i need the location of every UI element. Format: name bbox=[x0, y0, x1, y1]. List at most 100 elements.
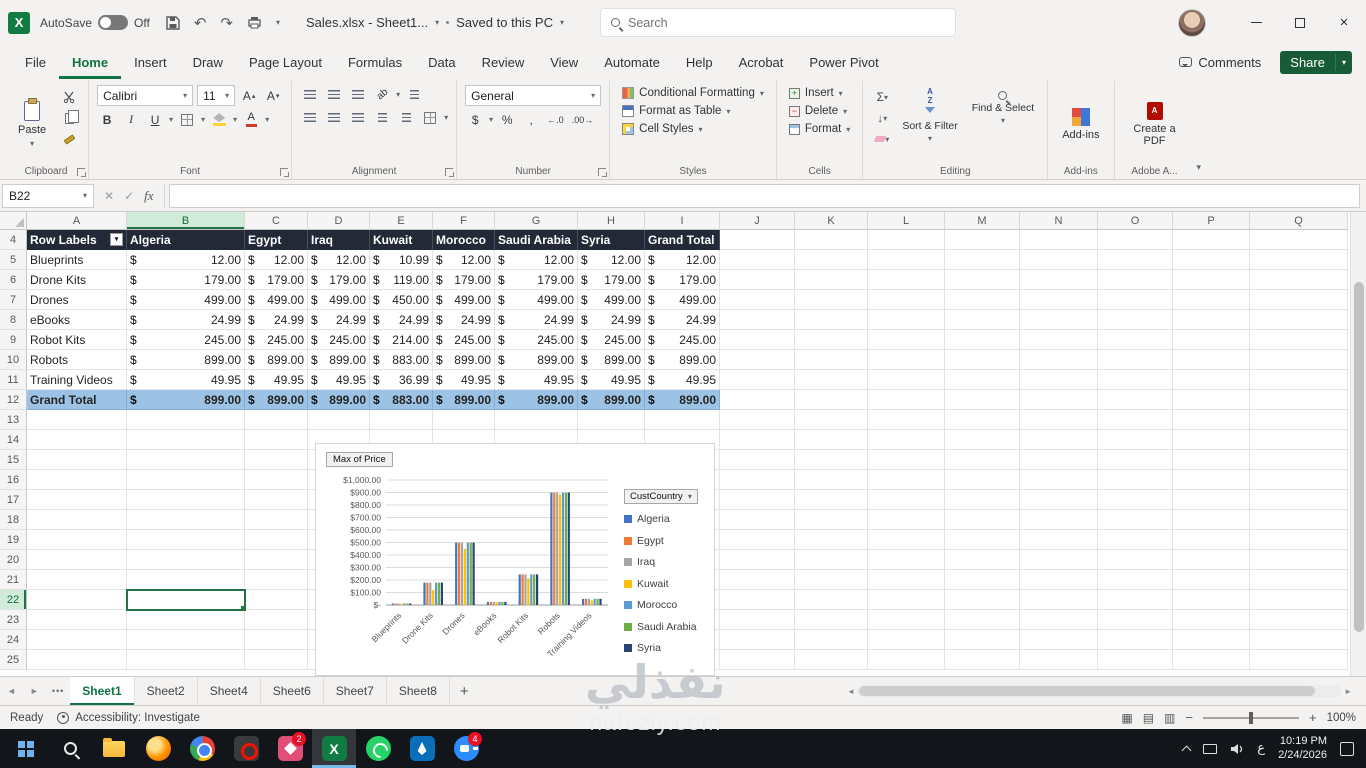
column-header-K[interactable]: K bbox=[795, 212, 868, 230]
fill-button[interactable]: ↓ ▾ bbox=[871, 109, 893, 127]
cell-N13[interactable] bbox=[1020, 410, 1098, 430]
cell-M18[interactable] bbox=[945, 510, 1020, 530]
cell-J16[interactable] bbox=[720, 470, 795, 490]
cell-O18[interactable] bbox=[1098, 510, 1173, 530]
cell-M17[interactable] bbox=[945, 490, 1020, 510]
increase-decimal-button[interactable]: ←.0 bbox=[545, 110, 566, 129]
cell-C12[interactable]: $899.00 bbox=[245, 390, 308, 410]
cell-A12[interactable]: Grand Total bbox=[27, 390, 127, 410]
vertical-scrollbar[interactable] bbox=[1350, 212, 1366, 676]
cell-I4[interactable]: Grand Total bbox=[645, 230, 720, 250]
cell-B24[interactable] bbox=[127, 630, 245, 650]
cell-B23[interactable] bbox=[127, 610, 245, 630]
fill-color-button[interactable] bbox=[209, 110, 229, 129]
cell-P23[interactable] bbox=[1173, 610, 1250, 630]
cell-P17[interactable] bbox=[1173, 490, 1250, 510]
cell-K21[interactable] bbox=[795, 570, 868, 590]
cell-O10[interactable] bbox=[1098, 350, 1173, 370]
align-right-button[interactable] bbox=[348, 108, 368, 127]
cell-P9[interactable] bbox=[1173, 330, 1250, 350]
cell-M13[interactable] bbox=[945, 410, 1020, 430]
taskbar-zoom[interactable]: 4 bbox=[444, 729, 488, 768]
cell-O21[interactable] bbox=[1098, 570, 1173, 590]
cell-M11[interactable] bbox=[945, 370, 1020, 390]
cell-A9[interactable]: Robot Kits bbox=[27, 330, 127, 350]
cancel-entry-icon[interactable]: ✕ bbox=[104, 189, 114, 203]
cell-A10[interactable]: Robots bbox=[27, 350, 127, 370]
cell-L9[interactable] bbox=[868, 330, 945, 350]
cell-L19[interactable] bbox=[868, 530, 945, 550]
bold-button[interactable]: B bbox=[97, 110, 117, 129]
cell-L5[interactable] bbox=[868, 250, 945, 270]
legend-field-button[interactable]: CustCountry ▾ bbox=[624, 489, 698, 504]
qat-customize-icon[interactable]: ▾ bbox=[276, 18, 280, 27]
search-bar[interactable] bbox=[600, 8, 956, 37]
cell-M20[interactable] bbox=[945, 550, 1020, 570]
volume-icon[interactable] bbox=[1230, 743, 1244, 755]
cell-G5[interactable]: $12.00 bbox=[495, 250, 578, 270]
cell-C24[interactable] bbox=[245, 630, 308, 650]
cell-G8[interactable]: $24.99 bbox=[495, 310, 578, 330]
cell-B6[interactable]: $179.00 bbox=[127, 270, 245, 290]
cell-B7[interactable]: $499.00 bbox=[127, 290, 245, 310]
cell-G6[interactable]: $179.00 bbox=[495, 270, 578, 290]
sheet-list-icon[interactable]: ••• bbox=[46, 686, 70, 696]
cell-J9[interactable] bbox=[720, 330, 795, 350]
cell-F5[interactable]: $12.00 bbox=[433, 250, 495, 270]
undo-icon[interactable]: ↶ bbox=[194, 14, 207, 32]
cell-K4[interactable] bbox=[795, 230, 868, 250]
cell-P7[interactable] bbox=[1173, 290, 1250, 310]
ribbon-tab-view[interactable]: View bbox=[537, 45, 591, 79]
cell-I10[interactable]: $899.00 bbox=[645, 350, 720, 370]
cell-J25[interactable] bbox=[720, 650, 795, 670]
cell-M15[interactable] bbox=[945, 450, 1020, 470]
cell-E10[interactable]: $883.00 bbox=[370, 350, 433, 370]
taskbar-file-explorer[interactable] bbox=[92, 729, 136, 768]
cell-Q19[interactable] bbox=[1250, 530, 1348, 550]
sheet-tab-sheet7[interactable]: Sheet7 bbox=[324, 677, 387, 705]
cell-L17[interactable] bbox=[868, 490, 945, 510]
comma-style-button[interactable]: , bbox=[521, 110, 541, 129]
cell-N18[interactable] bbox=[1020, 510, 1098, 530]
cell-M8[interactable] bbox=[945, 310, 1020, 330]
cell-F11[interactable]: $49.95 bbox=[433, 370, 495, 390]
cell-L24[interactable] bbox=[868, 630, 945, 650]
borders-button[interactable] bbox=[177, 110, 197, 129]
cell-Q11[interactable] bbox=[1250, 370, 1348, 390]
row-header-21[interactable]: 21 bbox=[0, 570, 27, 590]
ribbon-tab-home[interactable]: Home bbox=[59, 45, 121, 79]
cell-P18[interactable] bbox=[1173, 510, 1250, 530]
cell-D5[interactable]: $12.00 bbox=[308, 250, 370, 270]
insert-function-icon[interactable]: fx bbox=[144, 188, 153, 204]
cell-M14[interactable] bbox=[945, 430, 1020, 450]
cell-J23[interactable] bbox=[720, 610, 795, 630]
cell-K9[interactable] bbox=[795, 330, 868, 350]
clock[interactable]: 10:19 PM 2/24/2026 bbox=[1278, 735, 1327, 763]
cell-N7[interactable] bbox=[1020, 290, 1098, 310]
cell-P4[interactable] bbox=[1173, 230, 1250, 250]
cell-Q5[interactable] bbox=[1250, 250, 1348, 270]
taskbar-whatsapp[interactable] bbox=[356, 729, 400, 768]
cell-K10[interactable] bbox=[795, 350, 868, 370]
cell-B10[interactable]: $899.00 bbox=[127, 350, 245, 370]
cell-O14[interactable] bbox=[1098, 430, 1173, 450]
cell-D8[interactable]: $24.99 bbox=[308, 310, 370, 330]
conditional-formatting-button[interactable]: Conditional Formatting ▾ bbox=[618, 85, 768, 101]
cell-B12[interactable]: $899.00 bbox=[127, 390, 245, 410]
column-header-D[interactable]: D bbox=[308, 212, 370, 230]
cell-B13[interactable] bbox=[127, 410, 245, 430]
cell-N22[interactable] bbox=[1020, 590, 1098, 610]
add-sheet-button[interactable]: + bbox=[450, 683, 479, 700]
cell-L11[interactable] bbox=[868, 370, 945, 390]
ribbon-tab-page-layout[interactable]: Page Layout bbox=[236, 45, 335, 79]
cell-H11[interactable]: $49.95 bbox=[578, 370, 645, 390]
cell-L23[interactable] bbox=[868, 610, 945, 630]
cell-L20[interactable] bbox=[868, 550, 945, 570]
cell-M6[interactable] bbox=[945, 270, 1020, 290]
ribbon-tab-automate[interactable]: Automate bbox=[591, 45, 673, 79]
cell-N10[interactable] bbox=[1020, 350, 1098, 370]
cell-A17[interactable] bbox=[27, 490, 127, 510]
select-all-button[interactable] bbox=[0, 212, 27, 230]
cell-G10[interactable]: $899.00 bbox=[495, 350, 578, 370]
cell-L4[interactable] bbox=[868, 230, 945, 250]
